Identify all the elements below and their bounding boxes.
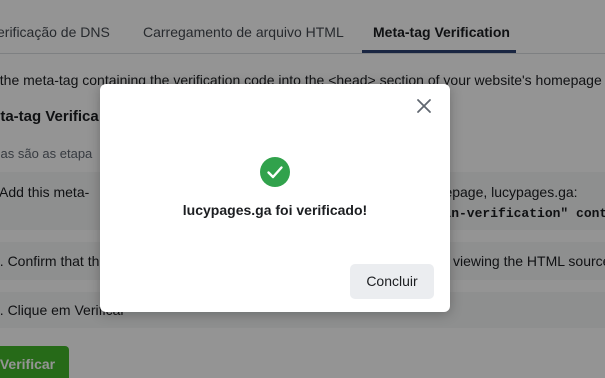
success-message: lucypages.ga foi verificado! [182,202,368,218]
done-button[interactable]: Concluir [350,264,434,299]
check-circle-icon [260,157,290,187]
close-icon[interactable] [412,94,436,118]
success-dialog: lucypages.ga foi verificado! Concluir [100,84,450,312]
